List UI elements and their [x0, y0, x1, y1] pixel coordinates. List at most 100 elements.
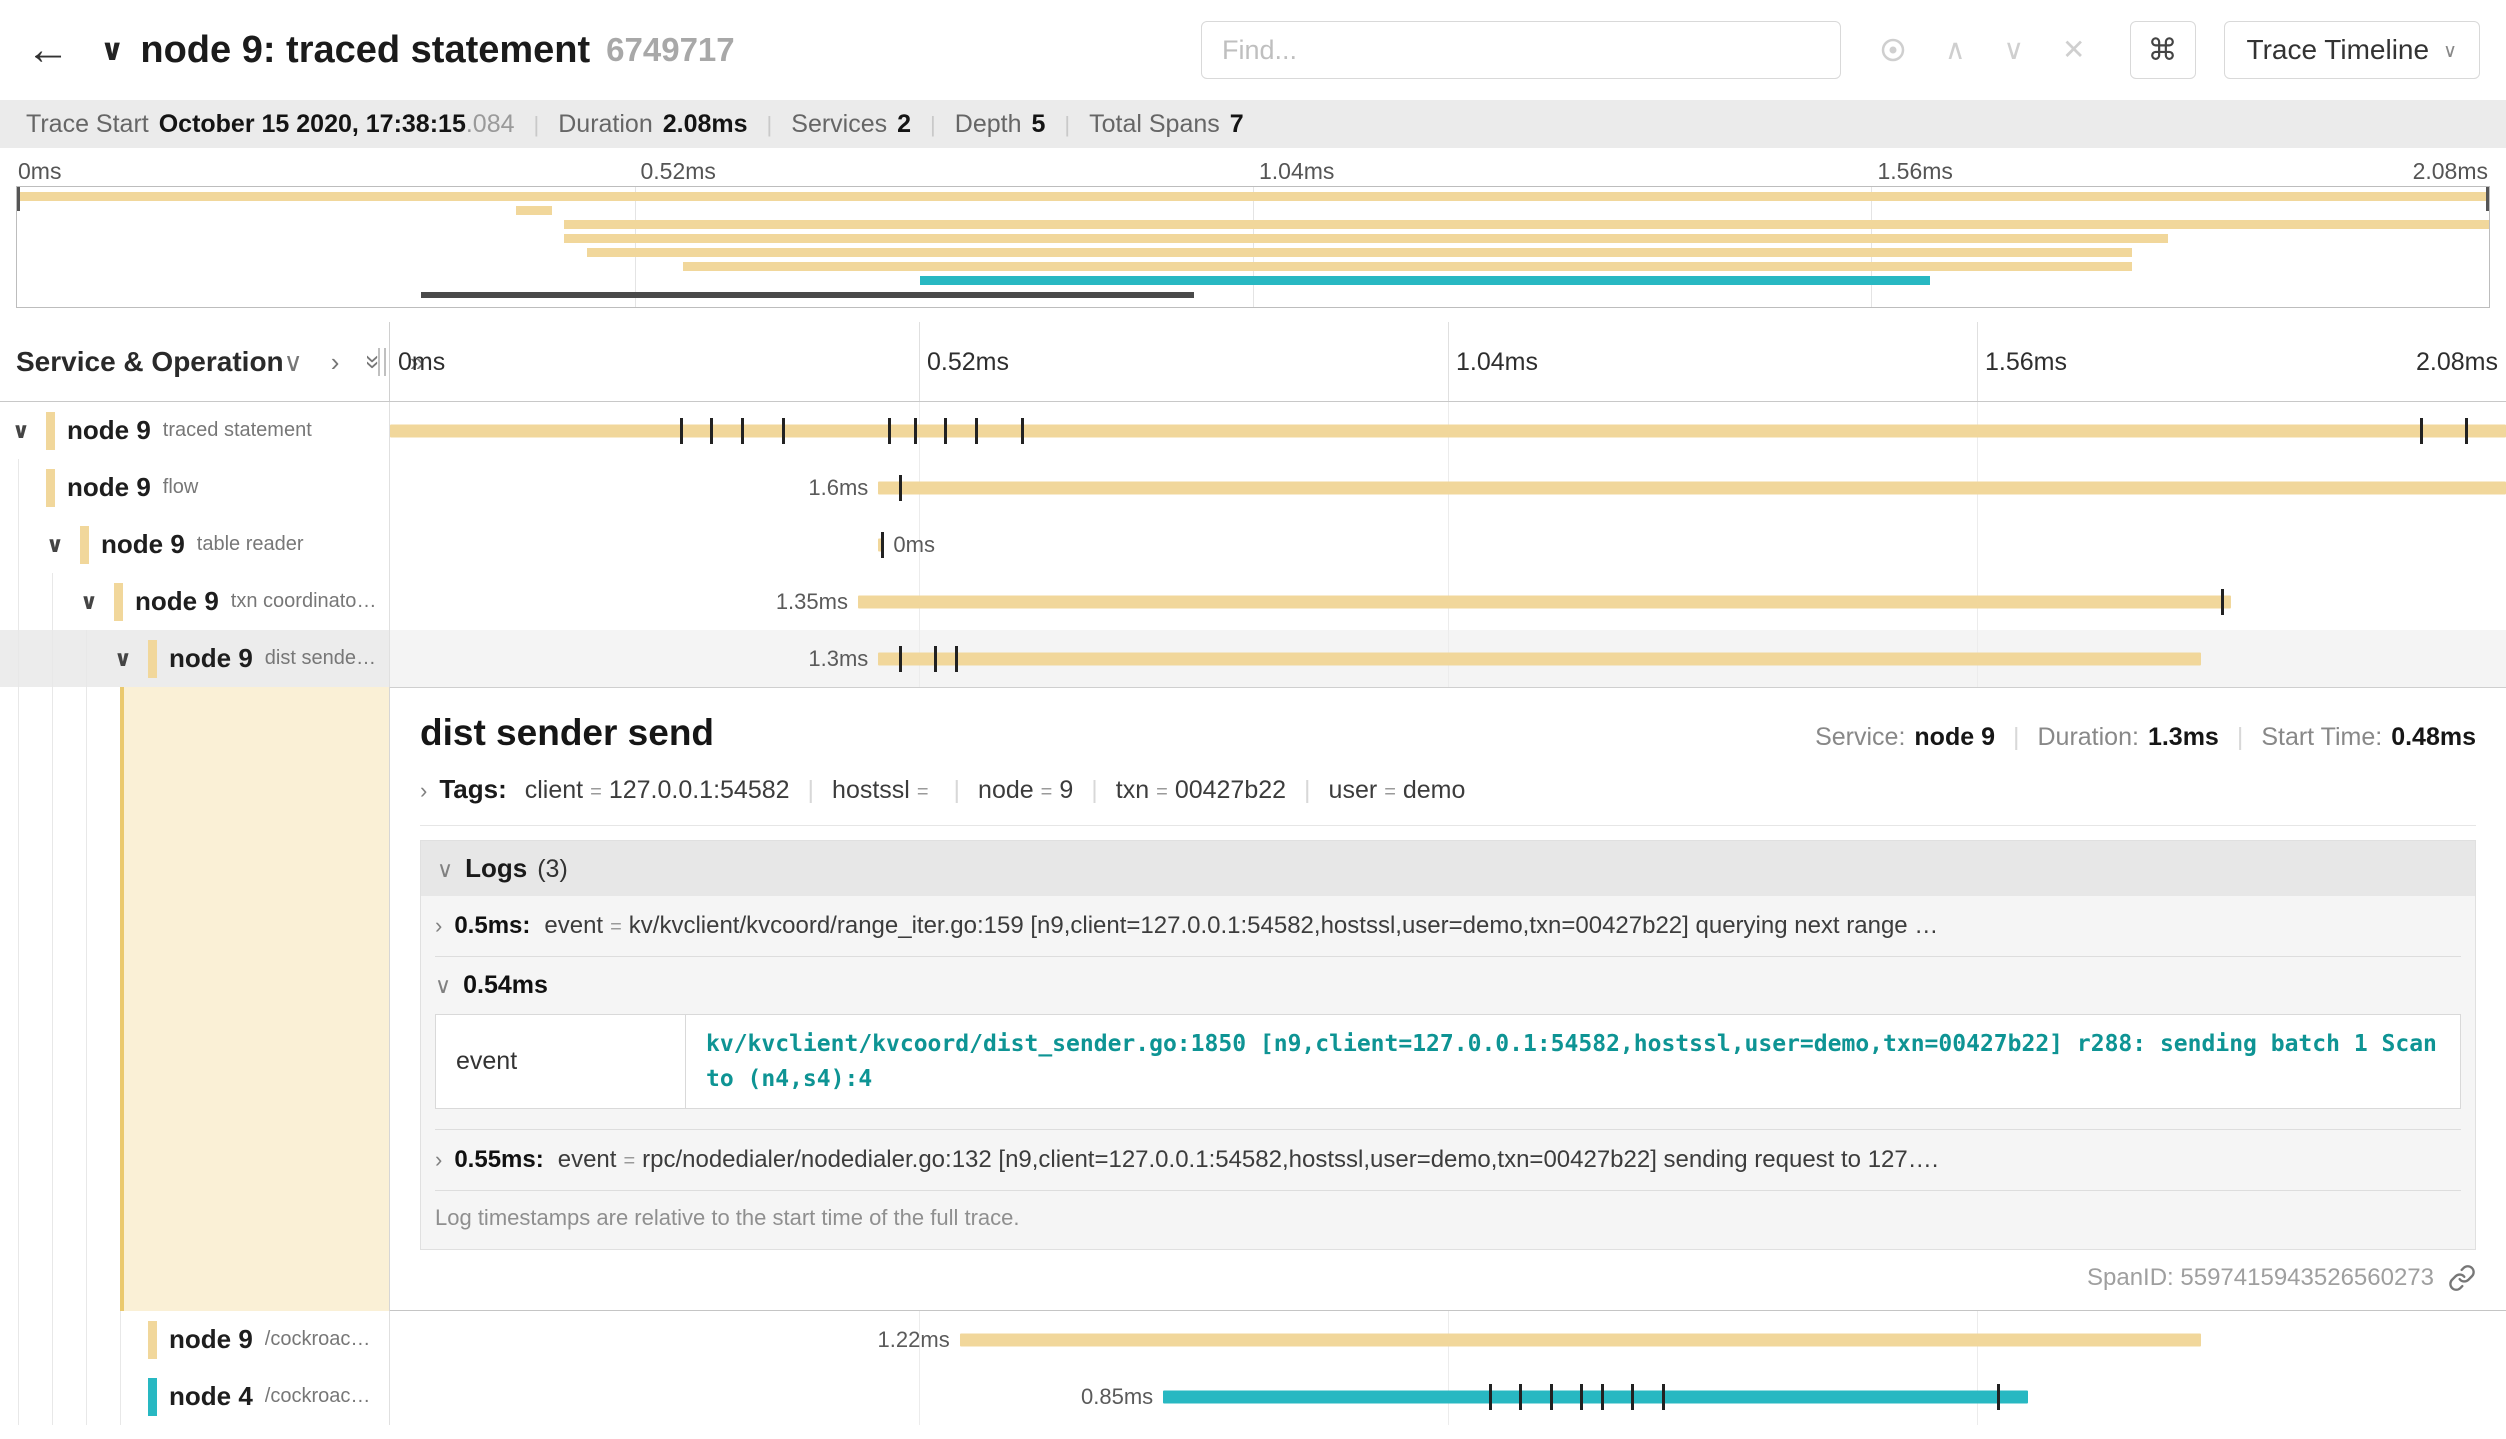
view-selector-button[interactable]: Trace Timeline ∨: [2224, 21, 2481, 79]
prev-match-icon[interactable]: ∧: [1945, 36, 1966, 64]
ruler-gridline: [1977, 322, 1978, 401]
span-row[interactable]: node 9flow1.6ms: [0, 459, 2506, 516]
span-rows: ∨node 9traced statementnode 9flow1.6ms∨n…: [0, 402, 2506, 1425]
summary-separator: |: [767, 112, 773, 138]
minimap-gridline: [1871, 187, 1872, 307]
expand-chevron-icon[interactable]: ∨: [12, 418, 36, 444]
clear-search-icon[interactable]: ✕: [2062, 36, 2085, 64]
log-event-tick: [1519, 1384, 1522, 1410]
detail-span-name: dist sender send: [420, 712, 714, 754]
summary-separator: |: [930, 112, 936, 138]
log-field-value: kv/kvclient/kvcoord/dist_sender.go:1850 …: [686, 1015, 2461, 1109]
minimap-scrubber-handle[interactable]: [17, 187, 20, 211]
span-timeline-cell[interactable]: 1.3ms: [390, 630, 2506, 687]
trace-title-collapse-icon[interactable]: ∨: [100, 33, 124, 68]
service-name: node 9: [169, 1324, 253, 1355]
service-name: node 9: [67, 415, 151, 446]
span-duration-label: 1.22ms: [878, 1327, 950, 1353]
span-bar[interactable]: [858, 595, 2231, 608]
log-event-tick: [1580, 1384, 1583, 1410]
span-bar[interactable]: [1163, 1390, 2028, 1403]
log-entry[interactable]: ›0.5ms:event=kv/kvclient/kvcoord/range_i…: [435, 896, 2461, 957]
expand-one-icon[interactable]: ›: [331, 349, 340, 375]
span-detail-panel: dist sender send Service:node 9|Duration…: [390, 687, 2506, 1311]
log-event-tick: [741, 418, 744, 444]
tag-key: hostssl: [832, 776, 910, 805]
log-event-tick: [881, 532, 884, 558]
log-event-tick: [1997, 1384, 2000, 1410]
chevron-right-icon: ›: [435, 1147, 442, 1173]
summary-item: Depth5: [955, 110, 1046, 139]
span-row[interactable]: ∨node 9txn coordinator send1.35ms: [0, 573, 2506, 630]
next-match-icon[interactable]: ∨: [2004, 36, 2025, 64]
logs-header[interactable]: ∨ Logs (3): [421, 841, 2475, 896]
service-operation-header: Service & Operation ∨›»»: [0, 322, 390, 401]
tags-accordion[interactable]: › Tags: client=127.0.0.1:54582|hostssl=|…: [420, 774, 2476, 826]
span-timeline-cell[interactable]: 1.35ms: [390, 573, 2506, 630]
meta-separator: |: [2237, 723, 2244, 752]
span-timeline-cell[interactable]: 0.85ms: [390, 1368, 2506, 1425]
minimap-tick-label: 2.08ms: [2413, 158, 2488, 185]
indent-guide: [52, 687, 53, 1311]
log-entry-header[interactable]: ∨0.54ms: [435, 971, 2461, 1000]
log-entry[interactable]: ›0.55ms:event=rpc/nodedialer/nodedialer.…: [435, 1130, 2461, 1191]
summary-label: Services: [791, 110, 887, 139]
expand-chevron-icon[interactable]: ∨: [46, 532, 70, 558]
log-timestamp: 0.5ms:: [454, 912, 530, 940]
span-row[interactable]: ∨node 9table reader0ms: [0, 516, 2506, 573]
chevron-down-icon: ∨: [2443, 40, 2457, 63]
log-event-tick: [1631, 1384, 1634, 1410]
service-color-chip: [114, 583, 123, 621]
column-resizer[interactable]: [378, 348, 386, 376]
page-header: ← ∨ node 9: traced statement 6749717 ∧ ∨…: [0, 0, 2506, 100]
log-field-key: event: [436, 1015, 686, 1109]
summary-value-fraction: .084: [466, 110, 515, 139]
span-name-cell: node 9flow: [0, 459, 390, 516]
summary-separator: |: [1064, 112, 1070, 138]
ruler-tick-label: 0ms: [398, 348, 445, 377]
span-detail-row: dist sender send Service:node 9|Duration…: [0, 687, 2506, 1311]
span-id: SpanID: 5597415943526560273: [2087, 1264, 2434, 1292]
summary-value: 2.08ms: [663, 110, 748, 139]
span-timeline-cell[interactable]: 1.6ms: [390, 459, 2506, 516]
service-operation-title: Service & Operation: [16, 346, 284, 378]
log-event-tick: [914, 418, 917, 444]
deep-link-icon[interactable]: [2448, 1264, 2476, 1292]
span-row[interactable]: ∨node 9dist sender send1.3ms: [0, 630, 2506, 687]
timeline-header: Service & Operation ∨›»» 0ms0.52ms1.04ms…: [0, 322, 2506, 402]
expand-chevron-icon[interactable]: ∨: [80, 589, 104, 615]
minimap-canvas[interactable]: [16, 186, 2490, 308]
tag-key: node: [978, 776, 1034, 805]
keyboard-shortcuts-button[interactable]: ⌘: [2130, 21, 2196, 79]
tag-item: txn=00427b22: [1116, 776, 1286, 805]
span-row[interactable]: node 4/cockroach.roachpb.I...0.85ms: [0, 1368, 2506, 1425]
log-entry-expanded: ∨0.54ms eventkv/kvclient/kvcoord/dist_sen…: [435, 957, 2461, 1130]
back-button[interactable]: ←: [26, 28, 70, 72]
span-row[interactable]: node 9/cockroach.roachpb.I...1.22ms: [0, 1311, 2506, 1368]
tag-value: 9: [1059, 776, 1073, 805]
detail-overview: Service:node 9|Duration:1.3ms|Start Time…: [1815, 723, 2476, 752]
span-timeline-cell[interactable]: [390, 402, 2506, 459]
logs-note: Log timestamps are relative to the start…: [421, 1191, 2475, 1249]
collapse-all-icon[interactable]: ∨: [284, 349, 303, 375]
span-bar[interactable]: [390, 424, 2506, 437]
span-timeline-cell[interactable]: 0ms: [390, 516, 2506, 573]
log-timestamp: 0.54ms: [463, 971, 548, 1000]
meta-label: Start Time:: [2261, 723, 2382, 752]
service-color-chip: [80, 526, 89, 564]
span-bar[interactable]: [878, 481, 2506, 494]
minimap-tick-label: 1.04ms: [1259, 158, 1334, 185]
tag-item: client=127.0.0.1:54582: [525, 776, 790, 805]
span-duration-label: 1.3ms: [808, 646, 868, 672]
minimap-scrubber-handle[interactable]: [2486, 187, 2489, 211]
span-bar[interactable]: [878, 652, 2201, 665]
tag-value: demo: [1403, 776, 1466, 805]
span-timeline-cell[interactable]: 1.22ms: [390, 1311, 2506, 1368]
equals-sign: =: [1041, 781, 1053, 804]
minimap-tick-label: 0.52ms: [641, 158, 716, 185]
find-input[interactable]: [1201, 21, 1841, 79]
expand-chevron-icon[interactable]: ∨: [114, 646, 138, 672]
span-duration-label: 1.35ms: [776, 589, 848, 615]
span-row[interactable]: ∨node 9traced statement: [0, 402, 2506, 459]
span-bar[interactable]: [960, 1333, 2201, 1346]
